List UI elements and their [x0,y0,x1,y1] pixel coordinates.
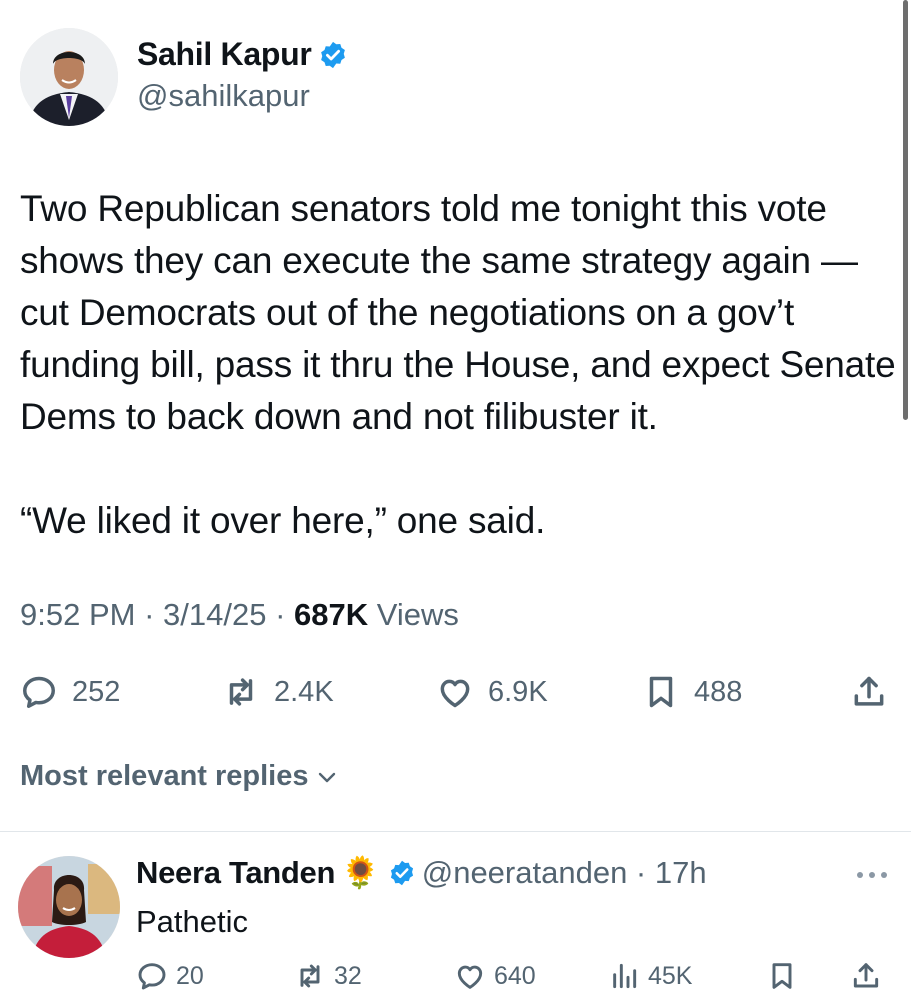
bookmark-icon [772,963,792,989]
reply-repost-count: 32 [334,961,362,990]
repost-icon [229,678,253,706]
reply-header: Neera Tanden 🌻 @neeratanden · 17h [136,854,707,891]
reply-actions: 20 32 640 45K [136,956,896,996]
tweet-actions: 252 2.4K 6.9K 488 [20,668,900,716]
author-name-row: Sahil Kapur [137,36,348,73]
verified-badge-icon [320,41,345,68]
more-icon[interactable] [855,870,889,880]
views-label: Views [368,597,459,632]
like-icon [440,679,470,708]
reply-count: 252 [72,675,121,708]
reply-button[interactable]: 252 [20,668,120,716]
tweet-text: Two Republican senators told me tonight … [20,188,896,541]
share-icon [853,963,879,988]
reply-share-button[interactable] [850,956,882,996]
meta-separator: · [266,597,295,632]
bookmark-count: 488 [694,675,743,708]
replies-sort-button[interactable]: Most relevant replies [20,760,339,793]
repost-button[interactable]: 2.4K [222,668,334,716]
reply-icon [138,963,166,990]
sunflower-emoji: 🌻 [341,855,380,890]
views-count[interactable]: 687K [294,597,368,633]
tweet-meta: 9:52 PM · 3/14/25 · 687K Views [20,597,459,633]
reply-separator: · [627,854,655,890]
reply-author-name[interactable]: Neera Tanden [136,855,335,891]
views-icon [613,963,637,989]
repost-icon [300,964,320,988]
reply-repost-button[interactable]: 32 [294,956,362,996]
repost-count: 2.4K [274,675,334,708]
tweet-date[interactable]: 3/14/25 [163,597,266,633]
like-icon [457,965,483,989]
reply-author-handle[interactable]: @neeratanden [422,855,628,891]
author-name[interactable]: Sahil Kapur [137,36,312,73]
like-count: 6.9K [488,675,548,708]
reply-time[interactable]: 17h [655,855,707,891]
bookmark-button[interactable]: 488 [642,668,742,716]
tweet-author: Sahil Kapur @sahilkapur [20,28,620,128]
reply-reply-count: 20 [176,961,204,990]
author-avatar[interactable] [20,28,118,126]
reply-views-button[interactable]: 45K [608,956,692,996]
like-button[interactable]: 6.9K [436,668,548,716]
share-button[interactable] [850,668,888,716]
verified-badge-icon [390,860,413,885]
reply-item[interactable]: Neera Tanden 🌻 @neeratanden · 17h Pathet… [0,832,911,1000]
tweet-time[interactable]: 9:52 PM [20,597,135,633]
share-icon [854,676,884,706]
chevron-down-icon [318,772,335,782]
reply-author-avatar[interactable] [18,856,120,958]
reply-views-count: 45K [648,961,693,990]
reply-text: Pathetic [136,904,249,939]
reply-reply-button[interactable]: 20 [136,956,204,996]
replies-sort-label: Most relevant replies [20,760,309,792]
reply-like-button[interactable]: 640 [454,956,536,996]
reply-icon [23,676,55,708]
reply-like-count: 640 [494,961,536,990]
meta-separator: · [135,597,164,632]
author-handle[interactable]: @sahilkapur [137,78,310,114]
reply-bookmark-button[interactable] [766,956,798,996]
bookmark-icon [649,676,673,708]
